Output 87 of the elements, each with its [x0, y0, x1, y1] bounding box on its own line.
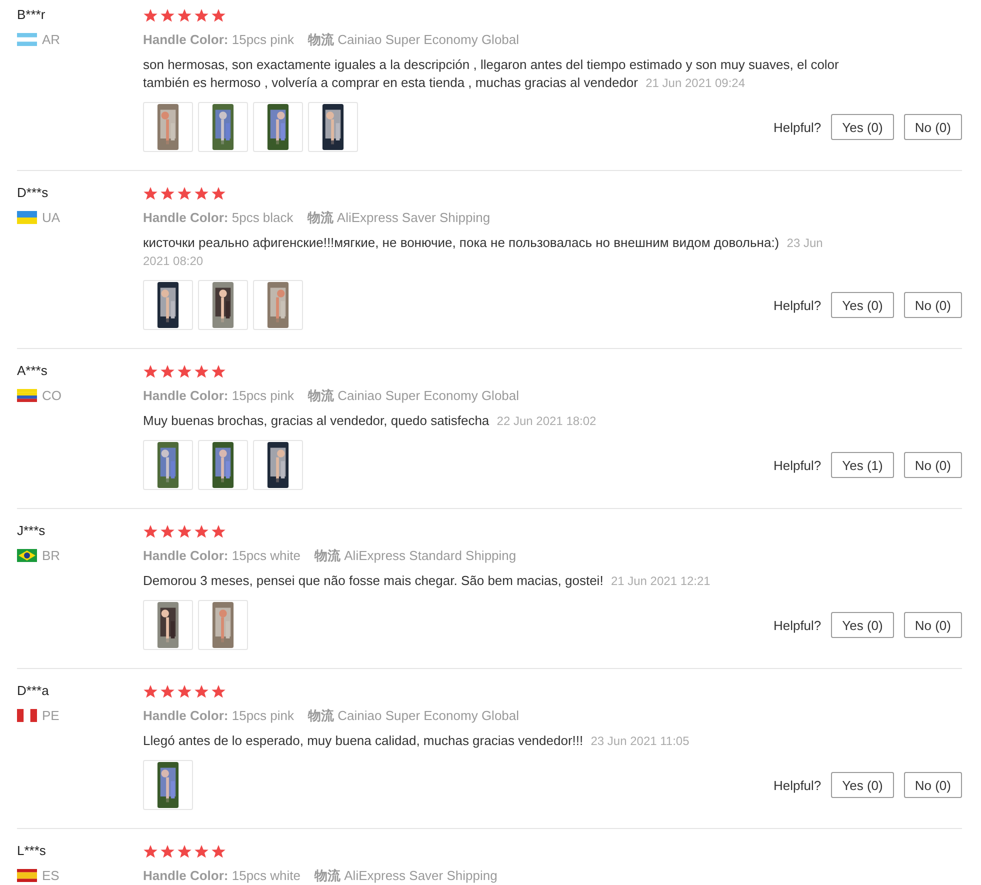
star-icon: [194, 524, 209, 538]
photo-thumbnail[interactable]: [143, 760, 193, 810]
star-icon: [211, 8, 226, 22]
photo-thumbnail[interactable]: [253, 280, 303, 330]
country-code: BR: [42, 548, 60, 563]
yes-button[interactable]: Yes (0): [831, 292, 894, 318]
photo-thumbnail[interactable]: [143, 102, 193, 152]
review-text: Muy buenas brochas, gracias al vendedor, quedo satisfecha 22 Jun 2021 18:02: [143, 412, 598, 430]
photo-thumbnail[interactable]: [253, 102, 303, 152]
yes-button[interactable]: Yes (0): [831, 772, 894, 798]
yes-button[interactable]: Yes (0): [831, 114, 894, 140]
star-icon: [143, 524, 158, 538]
review-text: son hermosas, son exactamente iguales a la descripción , llegaron antes del tiempo estimado y son muy suaves, el color también es hermoso , volvería a comprar en esta tienda , muchas gracias al vendedor 21 Jun 2021 09:24: [143, 56, 840, 92]
attribute-text: 物流 Cainiao Super Economy Global: [308, 387, 520, 405]
review-text: кисточки реально афигенские!!!мягкие, не вонючие, пока не пользовалась но внешним видом довольна:) 23 Jun 2021 08:20: [143, 234, 824, 270]
review-text: Demorou 3 meses, pensei que não fosse mais chegar. São bem macias, gostei! 21 Jun 2021 12:21: [143, 572, 712, 590]
star-icon: [177, 8, 192, 22]
star-icon: [143, 186, 158, 200]
star-icon: [160, 186, 175, 200]
star-icon: [194, 364, 209, 378]
attribute-text: Handle Color: 15pcs pink: [143, 31, 294, 49]
attribute-text: Handle Color: 15pcs pink: [143, 387, 294, 405]
star-icon: [211, 364, 226, 378]
attribute-text: Handle Color: 15pcs white: [143, 867, 301, 885]
attribute-text: 物流 Cainiao Super Economy Global: [308, 707, 520, 725]
star-icon: [211, 844, 226, 858]
yes-button[interactable]: Yes (0): [831, 612, 894, 638]
photo-thumbnail[interactable]: [143, 280, 193, 330]
star-icon: [194, 186, 209, 200]
photo-thumbnail[interactable]: [198, 600, 248, 650]
attribute-text: 物流 AliExpress Saver Shipping: [314, 867, 498, 885]
helpful-label: Helpful?: [773, 120, 822, 134]
no-button[interactable]: No (0): [904, 452, 962, 478]
country-code: UA: [42, 210, 60, 225]
attribute-text: 物流 Cainiao Super Economy Global: [308, 31, 520, 49]
photo-thumbnail[interactable]: [198, 440, 248, 490]
star-icon: [177, 364, 192, 378]
photo-thumbnail[interactable]: [143, 600, 193, 650]
no-button[interactable]: No (0): [904, 772, 962, 798]
star-icon: [211, 684, 226, 698]
attribute-text: Handle Color: 5pcs black: [143, 209, 294, 227]
star-icon: [160, 8, 175, 22]
star-icon: [143, 684, 158, 698]
helpful-label: Helpful?: [773, 298, 822, 312]
star-icon: [177, 524, 192, 538]
star-icon: [160, 524, 175, 538]
star-icon: [194, 844, 209, 858]
helpful-label: Helpful?: [773, 458, 822, 472]
country-code: PE: [42, 708, 60, 723]
country-code: CO: [42, 388, 62, 403]
photo-thumbnail[interactable]: [308, 102, 358, 152]
photo-thumbnail[interactable]: [198, 102, 248, 152]
country-code: AR: [42, 32, 60, 47]
star-icon: [177, 684, 192, 698]
photo-thumbnail[interactable]: [253, 440, 303, 490]
no-button[interactable]: No (0): [904, 114, 962, 140]
photo-thumbnail[interactable]: [198, 280, 248, 330]
star-icon: [160, 844, 175, 858]
user-name: D***a: [17, 682, 50, 700]
attribute-text: 物流 AliExpress Standard Shipping: [314, 547, 516, 565]
user-name: A***s: [17, 362, 48, 380]
review-text: Llegó antes de lo esperado, muy buena calidad, muchas gracias vendedor!!! 23 Jun 2021 11:05: [143, 732, 690, 750]
star-icon: [143, 364, 158, 378]
star-icon: [194, 684, 209, 698]
no-button[interactable]: No (0): [904, 292, 962, 318]
star-icon: [177, 844, 192, 858]
star-icon: [143, 8, 158, 22]
attribute-text: Handle Color: 15pcs pink: [143, 707, 294, 725]
helpful-label: Helpful?: [773, 618, 822, 632]
photo-thumbnail[interactable]: [143, 440, 193, 490]
star-icon: [194, 8, 209, 22]
no-button[interactable]: No (0): [904, 612, 962, 638]
attribute-text: 物流 AliExpress Saver Shipping: [307, 209, 490, 227]
yes-button[interactable]: Yes (1): [831, 452, 894, 478]
country-code: ES: [42, 868, 60, 883]
attribute-text: Handle Color: 15pcs white: [143, 547, 301, 565]
star-icon: [177, 186, 192, 200]
user-name: D***s: [17, 184, 50, 202]
user-name: L***s: [17, 842, 47, 860]
star-icon: [211, 186, 226, 200]
star-icon: [143, 844, 158, 858]
star-icon: [160, 684, 175, 698]
star-icon: [160, 364, 175, 378]
star-icon: [211, 524, 226, 538]
helpful-label: Helpful?: [773, 778, 822, 792]
user-name: B***r: [17, 6, 46, 24]
user-name: J***s: [17, 522, 46, 540]
